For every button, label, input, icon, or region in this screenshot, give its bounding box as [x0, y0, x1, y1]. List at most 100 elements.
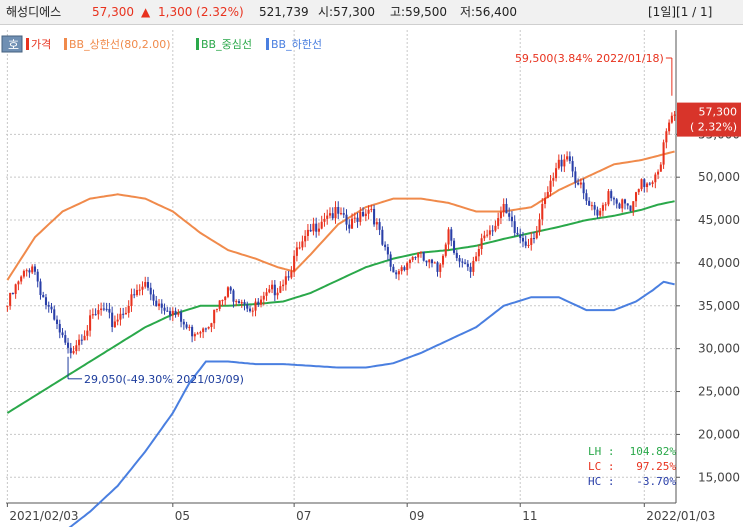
candle-body	[345, 214, 348, 225]
candle-body	[370, 208, 373, 210]
candle-body	[673, 114, 676, 116]
candle-body	[276, 292, 279, 296]
stat-lc-value: 97.25%	[636, 460, 676, 473]
candle-body	[257, 301, 260, 305]
candle-body	[306, 229, 309, 236]
x-tick-label: 05	[175, 509, 190, 523]
candle-body	[439, 264, 442, 272]
candle-body	[408, 259, 411, 263]
candle-body	[89, 315, 92, 331]
candle-body	[177, 312, 180, 315]
candle-body	[279, 286, 282, 293]
y-tick-label: 45,000	[698, 213, 740, 227]
x-tick-label: 2022/01/03	[646, 509, 715, 523]
bb-lower-line	[68, 280, 675, 527]
candle-body	[494, 225, 497, 231]
candle-body	[585, 193, 588, 201]
candle-body	[381, 229, 384, 245]
candle-body	[235, 301, 238, 303]
candlestick-series	[6, 111, 676, 359]
stat-lh-value: 104.82%	[630, 445, 677, 458]
candle-body	[612, 198, 615, 200]
candle-body	[262, 295, 265, 300]
candle-body	[44, 297, 48, 306]
candle-body	[568, 156, 571, 162]
candle-body	[395, 272, 398, 275]
mode-button-label: 호	[8, 38, 19, 52]
candle-body	[86, 330, 89, 336]
candle-body	[477, 248, 480, 257]
candle-body	[293, 255, 296, 272]
candle-body	[39, 281, 42, 295]
stock-header-bar: 해성디에스 57,300 ▲ 1,300 (2.32%) 521,739 시:5…	[0, 0, 743, 25]
candle-body	[163, 307, 166, 311]
legend-price[interactable]: 가격	[31, 38, 51, 51]
candle-body	[320, 221, 323, 229]
candle-body	[260, 299, 263, 305]
candle-body	[61, 332, 64, 336]
candle-body	[428, 259, 431, 263]
stock-chart-window: 해성디에스 57,300 ▲ 1,300 (2.32%) 521,739 시:5…	[0, 0, 743, 527]
candle-body	[237, 301, 241, 304]
candle-body	[574, 171, 577, 183]
candle-body	[546, 191, 549, 199]
candle-body	[414, 257, 417, 259]
candle-body	[646, 183, 649, 188]
price-change: 1,300 (2.32%)	[158, 5, 244, 19]
candle-body	[425, 260, 428, 263]
candle-body	[367, 209, 370, 214]
y-tick-label: 25,000	[698, 385, 740, 399]
legend-upper-band[interactable]: BB_상한선(80,2.00)	[69, 38, 171, 51]
candle-body	[199, 332, 202, 334]
y-axis-ticks: 15,000 20,000 25,000 30,000 35,000 40,000 45,0…	[676, 127, 740, 484]
candle-body	[166, 310, 169, 312]
candle-body	[532, 238, 536, 240]
candle-body	[295, 247, 298, 256]
candle-body	[384, 244, 387, 248]
candle-body	[119, 313, 122, 320]
candle-body	[419, 251, 422, 253]
candle-body	[348, 224, 351, 229]
high-price: 고:59,500	[390, 5, 448, 19]
candle-body	[455, 252, 458, 259]
candle-body	[94, 314, 97, 316]
candle-body	[207, 327, 210, 329]
candle-body	[337, 207, 340, 214]
candle-body	[483, 235, 486, 239]
candle-body	[204, 328, 207, 330]
candle-body	[6, 305, 9, 307]
stats-box: LH : 104.82% LC : 97.25% HC : -3.70%	[588, 445, 676, 488]
candle-body	[243, 302, 246, 305]
candle-body	[662, 142, 665, 165]
candle-body	[36, 271, 39, 282]
candle-body	[378, 222, 381, 230]
candle-body	[417, 252, 420, 258]
candle-body	[397, 271, 400, 275]
y-tick-label: 40,000	[698, 256, 740, 270]
y-tick-label: 30,000	[698, 342, 740, 356]
candle-body	[648, 183, 651, 185]
candle-body	[157, 303, 161, 307]
period-page-indicator[interactable]: [1일][1 / 1]	[648, 0, 712, 24]
candle-body	[566, 156, 569, 160]
candle-body	[621, 199, 624, 209]
candle-body	[538, 219, 541, 232]
candle-body	[185, 324, 188, 328]
candle-body	[604, 204, 607, 206]
x-axis-ticks: 2021/02/03 05 07 09 11 2022/01/03	[6, 503, 715, 523]
candle-body	[100, 308, 103, 311]
candle-body	[55, 319, 59, 324]
candle-body	[637, 189, 640, 193]
candle-body	[466, 263, 469, 267]
x-tick-label: 11	[522, 509, 537, 523]
legend-lower-band[interactable]: BB_하한선	[271, 37, 322, 51]
legend-middle-band[interactable]: BB_중심선	[201, 38, 252, 51]
candle-body	[229, 287, 232, 291]
candle-body	[17, 281, 20, 285]
candle-body	[339, 213, 343, 215]
candle-body	[28, 270, 31, 273]
volume: 521,739	[259, 5, 309, 19]
open-price: 시:57,300	[318, 5, 376, 19]
candle-body	[334, 207, 337, 219]
stat-hc-value: -3.70%	[636, 475, 676, 488]
